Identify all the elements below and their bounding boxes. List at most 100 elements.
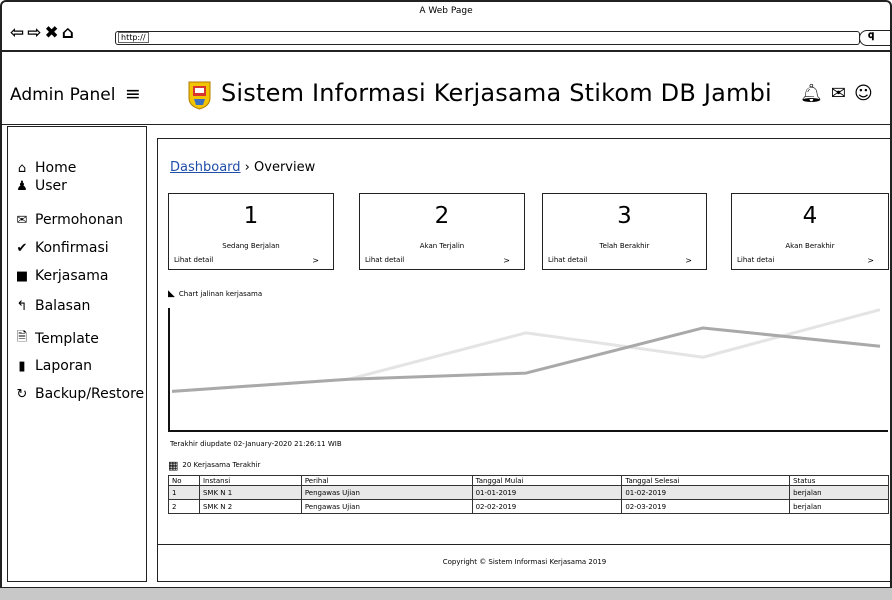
stat-number: 1	[243, 203, 259, 229]
stat-label: Akan Terjalin	[419, 242, 465, 250]
chevron-right-icon[interactable]: >	[867, 256, 874, 265]
recent-kerjasama-table: No Instansi Perihal Tanggal Mulai Tangga…	[168, 475, 889, 514]
browser-nav: ⇦ ⇨ ✖ ⌂	[10, 23, 77, 43]
column-header: Status	[789, 475, 889, 486]
stat-label: Akan Berakhir	[785, 242, 835, 250]
column-header: No	[168, 475, 200, 486]
sidebar	[7, 126, 147, 582]
refresh-icon: ↻	[16, 386, 28, 402]
logo-icon	[188, 81, 211, 110]
table-cell: Pengawas Ujian	[300, 485, 473, 500]
stat-detail-link[interactable]: Lihat detail	[548, 256, 587, 264]
sidebar-item-user[interactable]: ♟ User	[14, 178, 67, 194]
sidebar-item-label: Kerjasama	[35, 268, 109, 284]
admin-panel[interactable]: Admin Panel ≡	[10, 83, 141, 105]
line-chart	[168, 308, 888, 432]
sidebar-item-label: Konfirmasi	[35, 240, 109, 256]
table-icon: ▦	[168, 459, 179, 472]
sidebar-item-balasan[interactable]: ↰ Balasan	[14, 298, 91, 314]
url-prefix: http://	[118, 32, 149, 43]
stat-card-telah-berakhir: 3 Telah Berakhir Lihat detail >	[542, 193, 707, 270]
sidebar-item-konfirmasi[interactable]: ✔ Konfirmasi	[14, 240, 109, 256]
breadcrumb: Dashboard › Overview	[170, 160, 315, 175]
stat-card-sedang-berjalan: 1 Sedang Berjalan Lihat detail >	[168, 193, 334, 270]
sidebar-item-permohonan[interactable]: ✉︎ Permohonan	[14, 212, 124, 228]
stat-detail-link[interactable]: Lihat detai	[737, 256, 774, 264]
table-caption-label: 20 Kerjasama Terakhir	[182, 461, 261, 469]
home-icon[interactable]: ⌂	[62, 23, 75, 43]
hamburger-icon[interactable]: ≡	[125, 83, 141, 105]
user-icon: ♟	[16, 178, 28, 194]
table-cell: SMK N 1	[198, 485, 302, 500]
column-header: Tanggal Mulai	[471, 475, 623, 486]
user-circle-icon[interactable]: ☺	[854, 83, 873, 104]
chevron-right-icon[interactable]: >	[312, 256, 319, 265]
mail-icon[interactable]: ✉︎	[831, 83, 846, 104]
stat-detail-link[interactable]: Lihat detail	[174, 256, 213, 264]
table-cell: 2	[168, 499, 200, 514]
book-icon: ■	[15, 268, 29, 284]
sidebar-item-label: Balasan	[35, 298, 91, 314]
admin-panel-label: Admin Panel	[10, 85, 116, 105]
sidebar-item-label: Home	[35, 160, 77, 176]
notebook-icon: ▮	[18, 358, 26, 374]
home-icon: ⌂	[17, 160, 27, 176]
column-header: Instansi	[198, 475, 302, 486]
stat-number: 2	[434, 203, 450, 229]
close-icon[interactable]: ✖	[45, 23, 60, 43]
stat-label: Sedang Berjalan	[222, 242, 280, 250]
stat-detail-link[interactable]: Lihat detail	[365, 256, 404, 264]
stat-number: 4	[802, 203, 818, 229]
stat-number: 3	[617, 203, 632, 229]
breadcrumb-separator: ›	[244, 160, 250, 175]
sidebar-item-label: Laporan	[35, 358, 93, 374]
stat-label: Telah Berakhir	[599, 242, 650, 250]
table-cell: 02-03-2019	[621, 499, 791, 514]
breadcrumb-current: Overview	[254, 160, 316, 175]
footer-divider	[157, 544, 892, 545]
sidebar-item-label: Template	[35, 331, 99, 347]
table-cell: 02-02-2019	[471, 499, 623, 514]
column-header: Tanggal Selesai	[621, 475, 791, 486]
chart-series-line-1	[171, 308, 881, 393]
table-cell: 1	[168, 485, 200, 500]
sidebar-item-label: User	[35, 178, 67, 194]
table-cell: berjalan	[789, 485, 889, 500]
table-caption: ▦ 20 Kerjasama Terakhir	[168, 459, 260, 472]
last-updated-text: Terakhir diupdate 02-January-2020 21:26:…	[170, 440, 342, 448]
table-cell: SMK N 2	[198, 499, 302, 514]
back-icon[interactable]: ⇦	[10, 23, 25, 43]
word-doc-icon: 🗎︎	[16, 330, 28, 345]
forward-icon[interactable]: ⇨	[27, 23, 42, 43]
table-cell: berjalan	[789, 499, 889, 514]
chart-section-label: ◣ Chart jalinan kerjasama	[168, 289, 262, 299]
table-row[interactable]: 1 SMK N 1 Pengawas Ujian 01-01-2019 01-0…	[168, 485, 889, 500]
mail-icon: ✉︎	[16, 212, 28, 228]
area-chart-icon: ◣	[168, 289, 175, 299]
chevron-right-icon[interactable]: >	[503, 256, 510, 265]
browser-search[interactable]: 𝐪	[859, 30, 892, 46]
app-title: Sistem Informasi Kerjasama Stikom DB Jam…	[221, 79, 772, 107]
table-cell: 01-01-2019	[471, 485, 623, 500]
stat-card-akan-berakhir: 4 Akan Berakhir Lihat detai >	[731, 193, 889, 270]
table-cell: Pengawas Ujian	[300, 499, 473, 514]
breadcrumb-dashboard-link[interactable]: Dashboard	[170, 160, 241, 175]
column-header: Perihal	[300, 475, 473, 486]
sidebar-item-label: Permohonan	[35, 212, 124, 228]
sidebar-item-laporan[interactable]: ▮ Laporan	[14, 358, 92, 374]
check-icon: ✔	[16, 240, 28, 256]
bell-icon[interactable]: 🔔︎	[800, 83, 823, 104]
search-icon: 𝐪	[868, 30, 875, 41]
header-icons: 🔔︎ ✉︎ ☺	[800, 83, 881, 104]
browser-window-bar: A Web Page ⇦ ⇨ ✖ ⌂ http:// 𝐪	[0, 0, 892, 50]
window-title: A Web Page	[419, 6, 473, 16]
chevron-right-icon[interactable]: >	[685, 256, 692, 265]
sidebar-item-home[interactable]: ⌂ Home	[14, 160, 76, 176]
sidebar-item-template[interactable]: 🗎︎ Template	[14, 328, 99, 350]
table-row[interactable]: 2 SMK N 2 Pengawas Ujian 02-02-2019 02-0…	[168, 499, 889, 514]
sidebar-item-label: Backup/Restore	[35, 386, 145, 402]
url-bar[interactable]: http://	[115, 31, 860, 45]
sidebar-item-kerjasama[interactable]: ■ Kerjasama	[14, 268, 109, 284]
stat-card-akan-terjalin: 2 Akan Terjalin Lihat detail >	[359, 193, 525, 270]
sidebar-item-backup-restore[interactable]: ↻ Backup/Restore	[14, 386, 145, 402]
